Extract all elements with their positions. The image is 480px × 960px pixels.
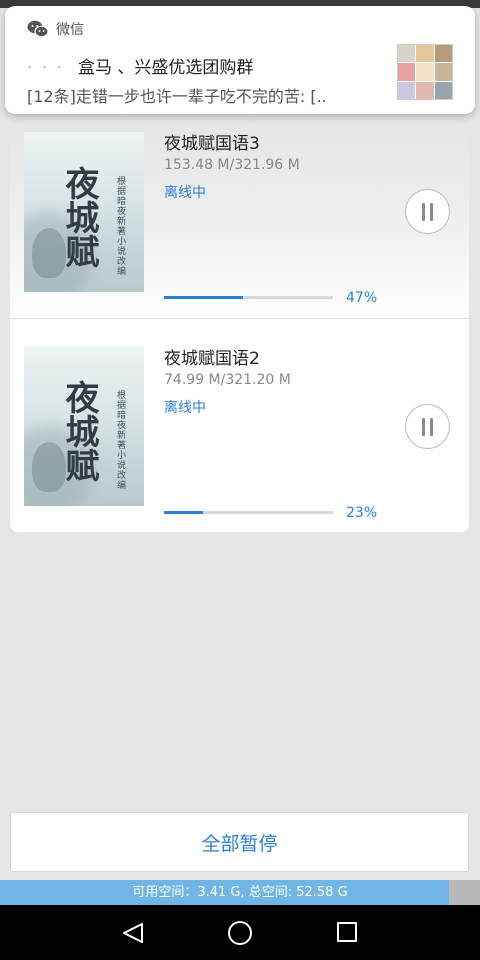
group-avatar-thumbnail [397,44,453,100]
navigation-bar [0,905,480,960]
download-progress-fill [164,296,244,299]
download-item[interactable]: 夜城赋 根据暗夜新著小说改编 夜城赋国语2 74.99 M/321.20 M 离… [10,318,469,527]
storage-bar: 可用空间：3.41 G, 总空间: 52.58 G [0,880,480,905]
download-progress-bar [164,296,333,299]
cover-title: 夜城赋 [59,166,99,268]
notification-app-name: 微信 [56,22,84,38]
pause-all-button[interactable]: 全部暂停 [10,812,469,872]
notification-title-prefix: · · · [27,58,65,78]
pause-button[interactable] [405,404,450,449]
download-progress-bar [164,511,333,514]
pause-icon [422,418,425,436]
storage-text: 可用空间：3.41 G, 总空间: 52.58 G [132,885,348,900]
notification-app-row: 微信 [27,19,84,39]
download-percent: 47% [346,290,378,306]
download-status: 离线中 [164,185,206,201]
video-cover-image: 夜城赋 根据暗夜新著小说改编 [24,346,144,506]
cover-subtitle: 根据暗夜新著小说改编 [115,390,125,490]
notification-title-text: 盒马 、兴盛优选团购群 [78,58,254,78]
download-list: 夜城赋 根据暗夜新著小说改编 夜城赋国语3 153.48 M/321.96 M … [10,110,469,532]
download-progress-fill [164,511,203,514]
wechat-icon [27,20,49,38]
download-title: 夜城赋国语2 [164,349,260,369]
notification-title: · · · 盒马 、兴盛优选团购群 [27,53,253,78]
download-status: 离线中 [164,400,206,416]
download-percent: 23% [346,505,378,521]
download-size: 74.99 M/321.20 M [164,372,291,388]
back-icon[interactable] [120,922,146,944]
notification-message: [12条]走错一步也许一辈子吃不完的苦: [.. [27,87,327,106]
download-size: 153.48 M/321.96 M [164,157,300,173]
recent-apps-icon[interactable] [337,922,357,942]
wechat-notification[interactable]: 微信 · · · 盒马 、兴盛优选团购群 [12条]走错一步也许一辈子吃不完的苦:… [5,6,475,114]
cover-subtitle: 根据暗夜新著小说改编 [115,176,125,276]
pause-button[interactable] [405,189,450,234]
video-cover-image: 夜城赋 根据暗夜新著小说改编 [24,132,144,292]
download-title: 夜城赋国语3 [164,134,260,154]
download-item[interactable]: 夜城赋 根据暗夜新著小说改编 夜城赋国语3 153.48 M/321.96 M … [10,110,469,318]
home-icon[interactable] [228,921,252,945]
pause-icon [422,203,425,221]
cover-title: 夜城赋 [59,380,99,482]
